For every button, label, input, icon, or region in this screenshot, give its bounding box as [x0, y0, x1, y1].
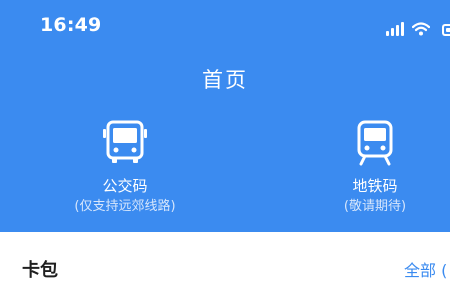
status-icons [386, 16, 450, 36]
page-title: 首页 [202, 68, 248, 92]
metro-code-button[interactable]: 地铁码 (敬请期待) [300, 118, 450, 216]
metro-code-note: (敬请期待) [343, 199, 407, 214]
signal-icon [386, 22, 404, 36]
card-wallet-section: 卡包 全部 ( [0, 232, 450, 300]
bus-code-label: 公交码 [102, 177, 148, 195]
status-bar: 16:49 [0, 0, 450, 52]
bus-code-button[interactable]: 公交码 (仅支持远郊线路) [50, 118, 200, 216]
battery-icon [442, 24, 450, 36]
view-all-cards-link[interactable]: 全部 ( [404, 257, 447, 281]
metro-code-label: 地铁码 [352, 177, 398, 195]
bus-code-note: (仅支持远郊线路) [74, 199, 176, 214]
home-header: 16:49 首页 公交码 (仅支持远郊线路) 地铁码 (敬请期待) [0, 0, 450, 232]
wifi-icon [412, 22, 430, 36]
status-time: 16:49 [40, 14, 102, 36]
card-wallet-title: 卡包 [22, 260, 58, 281]
bus-icon [103, 120, 147, 163]
metro-icon [357, 120, 393, 166]
